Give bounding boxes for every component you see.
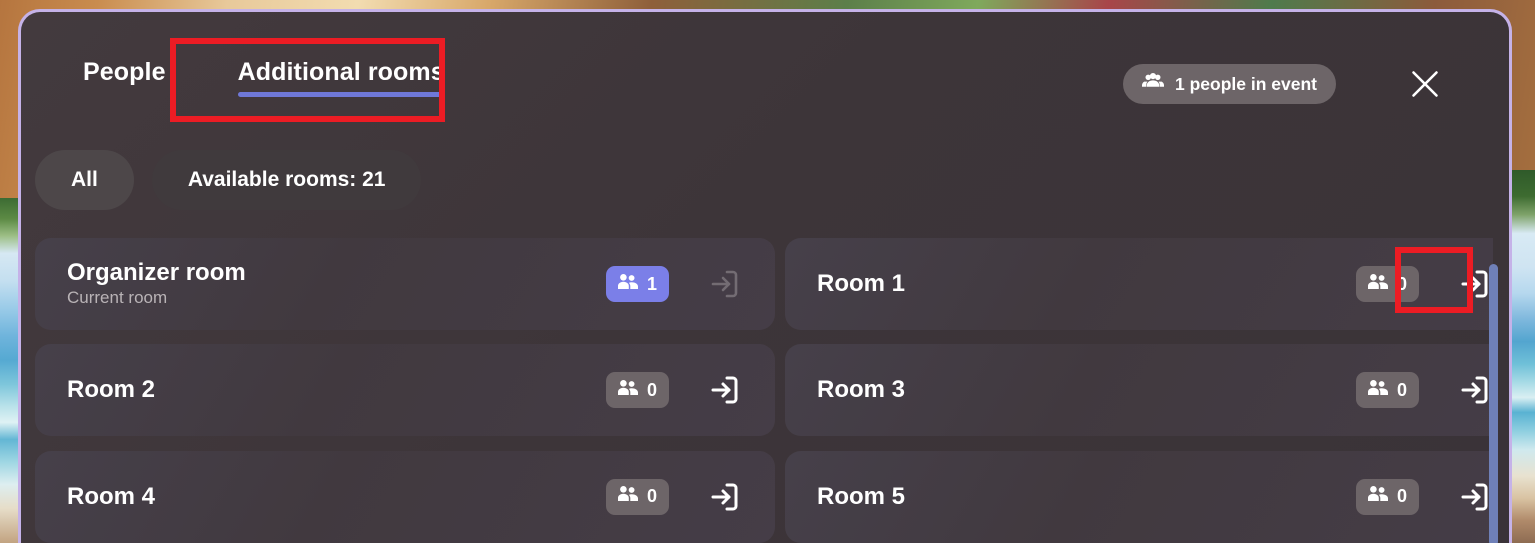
- room-name: Room 1: [817, 269, 906, 297]
- room-participant-count-badge: 0: [1355, 372, 1419, 409]
- room-texts: Room 5: [817, 483, 1356, 511]
- people-pair-icon: [1367, 273, 1388, 295]
- tab-label: Additional rooms: [237, 58, 445, 86]
- room-name: Room 5: [817, 482, 906, 510]
- room-participant-count-badge: 0: [1355, 266, 1419, 302]
- additional-rooms-panel: People Additional rooms 1 people in event: [18, 9, 1512, 543]
- filter-chip-label: Available rooms: 21: [187, 168, 386, 191]
- room-participant-count: 0: [1396, 486, 1407, 507]
- people-pair-icon: [1367, 273, 1388, 289]
- room-texts: Room 4: [67, 483, 606, 511]
- filter-chip-label: All: [71, 168, 98, 191]
- panel-header: People Additional rooms 1 people in event: [21, 12, 1509, 134]
- tab-active-underline: [237, 92, 445, 97]
- room-name: Organizer room: [67, 258, 246, 286]
- people-pair-icon: [617, 486, 638, 502]
- room-texts: Room 2: [67, 376, 606, 404]
- tab-people[interactable]: People: [47, 50, 202, 105]
- room-participant-count-badge: 0: [605, 478, 669, 515]
- room-participant-count: 0: [646, 486, 657, 507]
- join-button-room-2[interactable]: [691, 359, 757, 421]
- sign-in-icon: [1461, 376, 1488, 404]
- people-pair-icon: [1367, 379, 1388, 395]
- room-texts: Organizer room Current room: [67, 259, 606, 309]
- room-subtitle: Current room: [67, 288, 168, 308]
- room-card-room-5[interactable]: Room 5 0: [785, 450, 1493, 543]
- people-pair-icon: [617, 273, 638, 289]
- room-participant-count: 0: [1396, 273, 1407, 294]
- room-participant-count-badge: 1: [605, 266, 669, 302]
- room-texts: Room 3: [817, 376, 1356, 404]
- room-participant-count: 0: [1396, 379, 1407, 400]
- people-pair-icon: [1367, 379, 1388, 401]
- room-participant-count: 1: [646, 273, 657, 294]
- room-card-room-1[interactable]: Room 1 0: [785, 238, 1493, 330]
- sign-in-icon: [711, 376, 738, 404]
- room-card-room-2[interactable]: Room 2 0: [35, 344, 775, 437]
- rooms-scrollbar-thumb[interactable]: [1489, 264, 1498, 543]
- people-in-event-badge: 1 people in event: [1123, 64, 1336, 104]
- join-button-room-5[interactable]: [1441, 466, 1493, 528]
- room-participant-count-badge: 0: [605, 372, 669, 409]
- close-button[interactable]: [1403, 62, 1447, 106]
- people-pair-icon: [617, 379, 638, 401]
- tab-bar: People Additional rooms: [47, 50, 481, 105]
- people-pair-icon: [1367, 486, 1388, 507]
- room-card-room-3[interactable]: Room 3 0: [785, 344, 1493, 437]
- room-name: Room 3: [817, 376, 906, 404]
- people-in-event-label: 1 people in event: [1175, 73, 1317, 94]
- room-card-organizer-room[interactable]: Organizer room Current room 1: [35, 238, 775, 330]
- people-group-icon: [1142, 72, 1165, 96]
- filter-chip-bar: All Available rooms: 21: [35, 150, 422, 210]
- rooms-grid: Organizer room Current room 1 Room 1 0 Room 2…: [35, 238, 1493, 543]
- room-participant-count-badge: 0: [1355, 478, 1419, 515]
- filter-chip-all[interactable]: All: [35, 150, 134, 210]
- tab-label: People: [83, 58, 166, 86]
- room-name: Room 4: [67, 482, 156, 510]
- join-button-room-3[interactable]: [1441, 359, 1493, 421]
- people-pair-icon: [1367, 486, 1388, 502]
- join-button-room-1[interactable]: [1441, 253, 1493, 315]
- room-name: Room 2: [67, 376, 156, 404]
- sign-in-icon: [1461, 483, 1488, 511]
- close-icon: [1412, 71, 1438, 97]
- people-pair-icon: [617, 486, 638, 507]
- tab-additional-rooms[interactable]: Additional rooms: [202, 50, 481, 105]
- sign-in-icon: [1461, 270, 1488, 298]
- join-button-room-4[interactable]: [691, 466, 757, 528]
- sign-in-icon: [711, 483, 738, 511]
- room-card-room-4[interactable]: Room 4 0: [35, 450, 775, 543]
- room-participant-count: 0: [646, 379, 657, 400]
- room-texts: Room 1: [817, 270, 1356, 298]
- join-button-organizer-room: [691, 253, 757, 315]
- filter-chip-available-rooms[interactable]: Available rooms: 21: [151, 150, 422, 210]
- people-pair-icon: [617, 379, 638, 395]
- sign-in-icon: [711, 270, 738, 298]
- people-pair-icon: [617, 273, 638, 295]
